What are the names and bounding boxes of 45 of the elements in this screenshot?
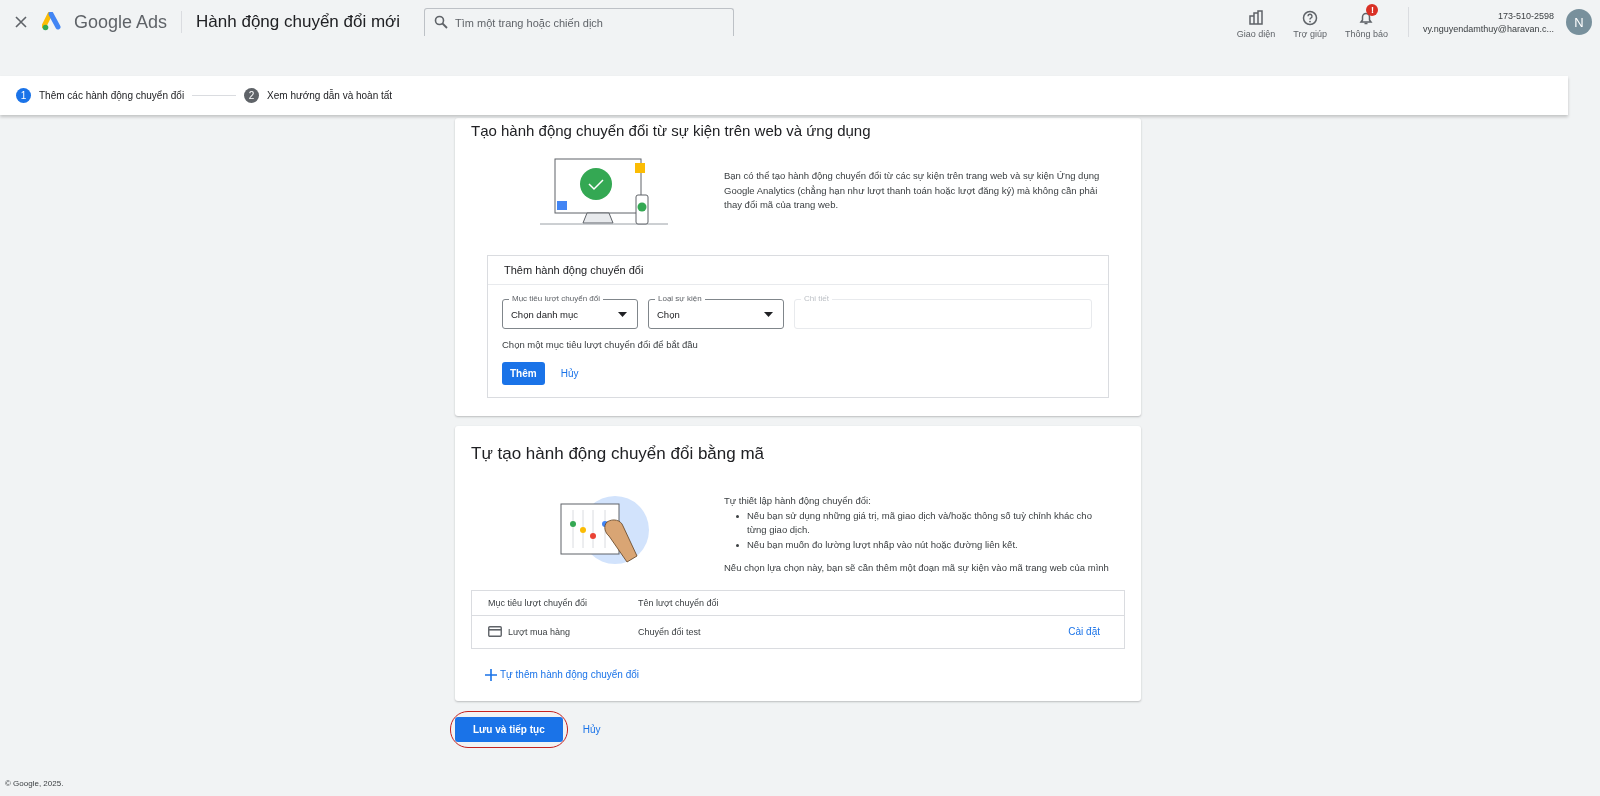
hint-text: Chọn một mục tiêu lượt chuyển đổi để bắt đầu — [502, 339, 699, 350]
dropdown-arrow-icon — [764, 311, 773, 317]
table-cell-text: Chuyển đổi test — [638, 626, 702, 637]
page-title: Hành động chuyển đổi mới — [196, 12, 401, 32]
close-icon[interactable] — [14, 15, 28, 29]
account-id: 173-510-2598 — [1497, 10, 1554, 21]
plus-icon — [485, 668, 497, 681]
add-button[interactable]: Thêm — [502, 362, 545, 385]
cancel-button[interactable]: Hủy — [552, 362, 587, 385]
card-title: Tạo hành động chuyển đổi từ sự kiện trên web và ứng dụng — [471, 122, 872, 139]
help-icon — [1302, 10, 1319, 26]
account-email: vy.nguyendamthuy@haravan.c... — [1422, 23, 1554, 34]
panel-title: Thêm hành động chuyển đổi — [488, 256, 1108, 285]
product-name: Google Ads — [74, 11, 168, 33]
column-header: Tên lượt chuyển đổi — [638, 597, 720, 608]
avatar[interactable]: N — [1566, 9, 1592, 35]
table-cell: Lượt mua hàng — [508, 626, 570, 637]
step-label[interactable]: Xem hướng dẫn và hoàn tất — [267, 90, 393, 101]
step-number: 2 — [244, 88, 260, 103]
copyright: © Google, 2025. — [5, 779, 64, 788]
bell-icon — [1358, 10, 1375, 26]
appearance-button[interactable]: Giao diện — [1230, 3, 1282, 41]
notifications-button[interactable]: ! Thông báo — [1338, 3, 1394, 41]
ads-logo-icon — [42, 12, 64, 32]
search-field[interactable]: Tìm một trang hoặc chiến dịch — [424, 8, 735, 36]
bullet-icon — [736, 544, 739, 548]
credit-card-icon — [488, 626, 502, 638]
column-header: Mục tiêu lượt chuyển đổi — [488, 597, 588, 608]
bar-chart-icon — [1248, 10, 1265, 26]
bullet-icon — [736, 514, 739, 518]
card-title: Tự tạo hành động chuyển đổi bằng mã — [471, 444, 766, 464]
step-label[interactable]: Thêm các hành động chuyển đổi — [39, 90, 185, 101]
alert-badge: ! — [1366, 4, 1379, 16]
intro-text: Tự thiết lập hành động chuyển đổi: — [724, 494, 872, 508]
cancel-button[interactable]: Hủy — [574, 717, 609, 741]
step-number: 1 — [16, 88, 31, 103]
add-conversion-link[interactable]: Tự thêm hành động chuyển đổi — [477, 662, 647, 687]
help-button[interactable]: Trợ giúp — [1287, 3, 1333, 41]
bullet-text: Nếu bạn sử dụng những giá trị, mã giao dịch và/hoặc thông số tuỳ chỉnh khác cho từng giao dịch. — [747, 508, 1093, 538]
save-continue-button[interactable]: Lưu và tiếp tục — [455, 716, 563, 742]
dropdown-arrow-icon — [618, 311, 627, 317]
description: Bạn có thể tạo hành động chuyển đổi từ các sự kiện trên trang web và sự kiện Ứng dụng Google Analytics (chẳng hạn như lượt thanh toán hoặc lượt đăng ký) mà không cần phải thay đổi mã của trang web. — [723, 168, 1101, 213]
bullet-text: Nếu bạn muốn đo lường lượt nhấp vào nút hoặc đường liên kết. — [747, 538, 1018, 553]
setup-link[interactable]: Cài đặt — [1060, 620, 1108, 644]
note-text: Nếu chọn lựa chọn này, bạn sẽ cần thêm một đoạn mã sự kiện vào mã trang web của mình — [724, 560, 1109, 575]
